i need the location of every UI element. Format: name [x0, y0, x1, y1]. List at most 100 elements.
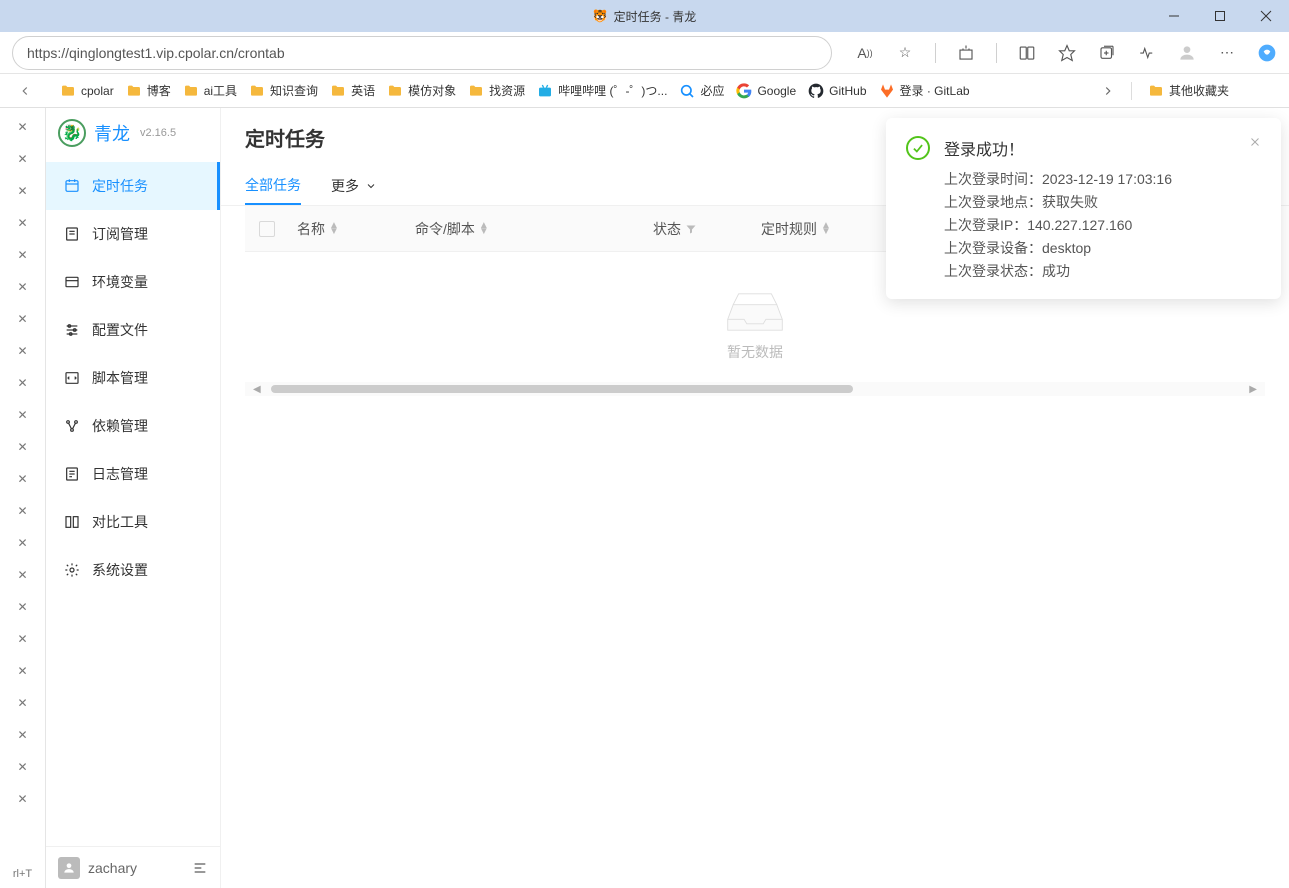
- bookmark-folder[interactable]: 知识查询: [249, 82, 318, 99]
- filter-icon[interactable]: [685, 223, 697, 235]
- success-icon: [906, 136, 930, 160]
- vertical-tab-strip: ✕ ✕ ✕ ✕ ✕ ✕ ✕ ✕ ✕ ✕ ✕ ✕ ✕ ✕ ✕ ✕ ✕ ✕ ✕ ✕ …: [0, 108, 46, 888]
- vtab-item[interactable]: ✕: [0, 560, 45, 590]
- menu-deps[interactable]: 依赖管理: [46, 402, 220, 450]
- vtab-item[interactable]: ✕: [0, 592, 45, 622]
- vtab-item[interactable]: ✕: [0, 688, 45, 718]
- bookmark-folder[interactable]: ai工具: [183, 82, 237, 99]
- collapse-sidebar-icon[interactable]: [192, 860, 208, 876]
- diff-icon: [64, 514, 80, 530]
- vtab-item[interactable]: ✕: [0, 368, 45, 398]
- read-aloud-icon[interactable]: A)): [855, 43, 875, 63]
- bookmark-other-folder[interactable]: 其他收藏夹: [1148, 82, 1229, 99]
- log-icon: [64, 466, 80, 482]
- menu-config[interactable]: 配置文件: [46, 306, 220, 354]
- scrollbar-thumb[interactable]: [271, 385, 853, 393]
- bookmark-folder[interactable]: cpolar: [60, 83, 114, 99]
- collections-icon[interactable]: [1097, 43, 1117, 63]
- window-controls: [1151, 0, 1289, 32]
- code-icon: [64, 370, 80, 386]
- favorite-icon[interactable]: ☆: [895, 43, 915, 63]
- col-name[interactable]: 名称▲▼: [297, 219, 407, 239]
- menu-diff[interactable]: 对比工具: [46, 498, 220, 546]
- col-status[interactable]: 状态: [653, 219, 753, 239]
- menu-env[interactable]: 环境变量: [46, 258, 220, 306]
- menu-scripts[interactable]: 脚本管理: [46, 354, 220, 402]
- vtab-item[interactable]: ✕: [0, 624, 45, 654]
- favorites-icon[interactable]: [1057, 43, 1077, 63]
- sidebar-menu: 定时任务 订阅管理 环境变量 配置文件 脚本管理 依赖管理 日志管理 对比工具 …: [46, 158, 220, 846]
- performance-icon[interactable]: [1137, 43, 1157, 63]
- col-cmd[interactable]: 命令/脚本▲▼: [415, 219, 645, 239]
- sort-icon: ▲▼: [821, 223, 831, 235]
- inbox-icon: [725, 292, 785, 332]
- bookmark-github[interactable]: GitHub: [808, 83, 866, 99]
- vtab-item[interactable]: ✕: [0, 496, 45, 526]
- bookmark-folder[interactable]: 博客: [126, 82, 171, 99]
- rss-icon: [64, 226, 80, 242]
- menu-settings[interactable]: 系统设置: [46, 546, 220, 594]
- vtab-item[interactable]: ✕: [0, 144, 45, 174]
- scroll-right-icon[interactable]: ▶: [1249, 384, 1257, 395]
- bookmarks-overflow-icon[interactable]: [1101, 84, 1115, 98]
- bookmarks-back-icon[interactable]: [18, 84, 32, 98]
- vtab-item[interactable]: ✕: [0, 656, 45, 686]
- menu-logs[interactable]: 日志管理: [46, 450, 220, 498]
- bookmark-folder[interactable]: 模仿对象: [387, 82, 456, 99]
- bookmark-bing[interactable]: 必应: [679, 82, 724, 99]
- sort-icon: ▲▼: [329, 223, 339, 235]
- horizontal-scrollbar[interactable]: ◀ ▶: [245, 382, 1265, 396]
- vtab-item[interactable]: ✕: [0, 720, 45, 750]
- maximize-button[interactable]: [1197, 0, 1243, 32]
- vtab-shortcut-hint: rl+T: [0, 860, 45, 888]
- menu-subscription[interactable]: 订阅管理: [46, 210, 220, 258]
- bookmark-gitlab[interactable]: 登录 · GitLab: [879, 82, 970, 99]
- tab-all-tasks[interactable]: 全部任务: [245, 166, 301, 205]
- tab-more[interactable]: 更多: [331, 166, 377, 205]
- app-favicon: 🐯: [593, 9, 608, 23]
- profile-icon[interactable]: [1177, 43, 1197, 63]
- sidebar-footer: zachary: [46, 846, 220, 888]
- more-icon[interactable]: ⋯: [1217, 43, 1237, 63]
- notification-close-icon[interactable]: [1249, 136, 1261, 283]
- vtab-item[interactable]: ✕: [0, 112, 45, 142]
- vtab-item[interactable]: ✕: [0, 272, 45, 302]
- close-button[interactable]: [1243, 0, 1289, 32]
- vtab-item[interactable]: ✕: [0, 464, 45, 494]
- logo-icon: 🐉: [58, 119, 86, 147]
- login-success-notification: 登录成功！ 上次登录时间：2023-12-19 17:03:16 上次登录地点：…: [886, 118, 1281, 299]
- bookmark-folder[interactable]: 英语: [330, 82, 375, 99]
- schedule-icon: [64, 178, 80, 194]
- select-all-checkbox[interactable]: [259, 221, 275, 237]
- split-screen-icon[interactable]: [1017, 43, 1037, 63]
- vtab-item[interactable]: ✕: [0, 304, 45, 334]
- bookmark-bilibili[interactable]: 哔哩哔哩 (゜-゜)つ...: [537, 82, 667, 99]
- window-title: 定时任务 - 青龙: [614, 8, 697, 25]
- bookmark-google[interactable]: Google: [736, 83, 796, 99]
- user-avatar[interactable]: [58, 857, 80, 879]
- vtab-item[interactable]: ✕: [0, 400, 45, 430]
- notification-title: 登录成功！: [944, 136, 1235, 160]
- app-name: 青龙: [94, 120, 130, 146]
- menu-cron[interactable]: 定时任务: [46, 162, 220, 210]
- minimize-button[interactable]: [1151, 0, 1197, 32]
- bookmark-folder[interactable]: 找资源: [468, 82, 525, 99]
- scroll-left-icon[interactable]: ◀: [253, 384, 261, 395]
- vtab-item[interactable]: ✕: [0, 336, 45, 366]
- sort-icon: ▲▼: [479, 223, 489, 235]
- copilot-icon[interactable]: [1257, 43, 1277, 63]
- col-rule[interactable]: 定时规则▲▼: [761, 219, 901, 239]
- vtab-item[interactable]: ✕: [0, 752, 45, 782]
- vtab-item[interactable]: ✕: [0, 432, 45, 462]
- vtab-item[interactable]: ✕: [0, 208, 45, 238]
- vtab-item[interactable]: ✕: [0, 176, 45, 206]
- vtab-item[interactable]: ✕: [0, 240, 45, 270]
- app-logo[interactable]: 🐉 青龙 v2.16.5: [46, 108, 220, 158]
- vtab-item[interactable]: ✕: [0, 784, 45, 814]
- extensions-icon[interactable]: [956, 43, 976, 63]
- divider: [935, 43, 936, 63]
- vtab-item[interactable]: ✕: [0, 528, 45, 558]
- address-bar: https://qinglongtest1.vip.cpolar.cn/cron…: [0, 32, 1289, 74]
- url-input[interactable]: https://qinglongtest1.vip.cpolar.cn/cron…: [12, 36, 832, 70]
- username: zachary: [88, 860, 137, 876]
